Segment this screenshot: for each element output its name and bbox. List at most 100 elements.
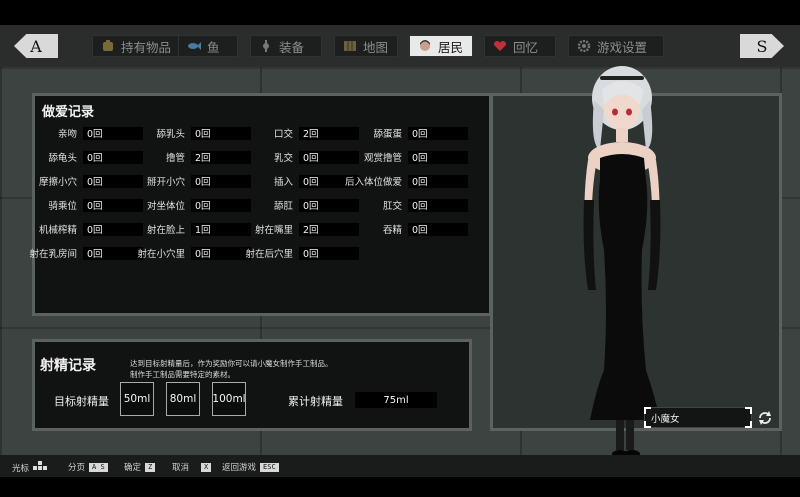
- hint-label: 分页: [68, 463, 86, 473]
- hint-label: 取消: [172, 463, 190, 473]
- frame-corner: [644, 421, 651, 428]
- next-page-button[interactable]: S: [740, 34, 784, 58]
- character-name: 小魔女: [651, 413, 680, 425]
- accumulated-label: 累计射精量: [288, 395, 343, 408]
- goal-label: 目标射精量: [54, 395, 109, 408]
- stat-entry: 舔龟头 0回: [33, 150, 143, 164]
- stat-label: 撸管: [165, 153, 185, 164]
- stat-entry: 后入体位做爱 0回: [345, 174, 468, 188]
- stat-label: 掰开小穴: [146, 177, 185, 188]
- hint-cancel: 取消 X: [172, 461, 212, 473]
- stat-value: 0回: [191, 246, 251, 260]
- hint-label: 返回游戏: [222, 463, 257, 473]
- hint-cursor: 光标: [12, 461, 48, 474]
- tab-label: 居民: [438, 39, 464, 55]
- ejaculation-title: 射精记录: [40, 358, 96, 374]
- tab-label: 鱼: [207, 39, 220, 55]
- stat-entry: 射在脸上 1回: [141, 222, 251, 236]
- stat-label: 射在嘴里: [254, 225, 293, 236]
- hint-label: 确定: [124, 463, 142, 473]
- stat-value: 0回: [191, 198, 251, 212]
- tab-items[interactable]: 持有物品: [92, 35, 181, 57]
- stat-value: 0回: [408, 150, 468, 164]
- accumulated-value: 75ml: [355, 392, 437, 408]
- stat-entry: 骑乘位 0回: [33, 198, 143, 212]
- hint-key: X: [201, 462, 212, 472]
- stat-label: 机械榨精: [38, 225, 77, 236]
- stat-label: 观赏撸管: [363, 153, 402, 164]
- backpack-icon: [101, 40, 115, 52]
- stat-entry: 射在小穴里 0回: [137, 246, 251, 260]
- stat-label: 口交: [273, 129, 293, 140]
- stat-value: 2回: [191, 150, 251, 164]
- stat-label: 乳交: [273, 153, 293, 164]
- hint-label: 光标: [12, 463, 30, 474]
- stat-entry: 口交 2回: [249, 126, 359, 140]
- frame-corner: [745, 421, 752, 428]
- tab-map[interactable]: 地图: [334, 35, 398, 57]
- stat-entry: 插入 0回: [249, 174, 359, 188]
- stat-label: 插入: [273, 177, 293, 188]
- stat-entry: 射在乳房间 0回: [29, 246, 143, 260]
- stat-value: 2回: [299, 222, 359, 236]
- stat-label: 舔肛: [273, 201, 293, 212]
- stat-value: 0回: [83, 246, 143, 260]
- stat-entry: 吞精 0回: [358, 222, 468, 236]
- stat-value: 0回: [83, 222, 143, 236]
- stat-label: 摩擦小穴: [38, 177, 77, 188]
- stat-label: 射在脸上: [146, 225, 185, 236]
- goal-100ml-button[interactable]: 100ml: [212, 382, 246, 416]
- tab-label: 地图: [363, 39, 389, 55]
- goal-50ml-button[interactable]: 50ml: [120, 382, 154, 416]
- stat-value: 0回: [408, 174, 468, 188]
- stat-label: 对坐体位: [146, 201, 185, 212]
- stat-value: 0回: [191, 174, 251, 188]
- tab-fish[interactable]: 鱼: [178, 35, 238, 57]
- tab-memories[interactable]: 回忆: [484, 35, 556, 57]
- stat-value: 0回: [83, 198, 143, 212]
- stat-label: 射在后穴里: [245, 249, 293, 260]
- refresh-icon[interactable]: [756, 409, 774, 427]
- stat-entry: 机械榨精 0回: [33, 222, 143, 236]
- stat-label: 骑乘位: [48, 201, 77, 212]
- stat-entry: 肛交 0回: [358, 198, 468, 212]
- hint-confirm: 确定 Z: [124, 461, 156, 473]
- hint-key: A S: [89, 462, 108, 472]
- stat-label: 后入体位做爱: [344, 177, 402, 188]
- hint-return: 返回游戏 ESC: [222, 461, 279, 473]
- stat-label: 舔蛋蛋: [373, 129, 402, 140]
- stat-value: 0回: [83, 174, 143, 188]
- tab-label: 回忆: [513, 39, 539, 55]
- tab-equipment[interactable]: 装备: [250, 35, 322, 57]
- stat-value: 0回: [408, 126, 468, 140]
- records-title: 做爱记录: [42, 105, 95, 120]
- ejaculation-description: 达到目标射精量后，作为奖励你可以请小魔女制作手工制品。 制作手工制品需要特定的素…: [130, 358, 333, 380]
- stat-value: 0回: [83, 126, 143, 140]
- stat-value: 0回: [83, 150, 143, 164]
- goal-80ml-button[interactable]: 80ml: [166, 382, 200, 416]
- stat-entry: 掰开小穴 0回: [141, 174, 251, 188]
- stat-entry: 舔肛 0回: [249, 198, 359, 212]
- equipment-icon: [259, 40, 273, 52]
- tab-label: 装备: [279, 39, 305, 55]
- description-line: 达到目标射精量后，作为奖励你可以请小魔女制作手工制品。: [130, 359, 333, 368]
- frame-corner: [644, 407, 651, 414]
- dpad-icon: [33, 461, 48, 474]
- prev-page-button[interactable]: A: [14, 34, 58, 58]
- stat-entry: 撸管 2回: [141, 150, 251, 164]
- stat-value: 0回: [299, 198, 359, 212]
- stat-label: 亲吻: [57, 129, 77, 140]
- hint-key: ESC: [260, 462, 279, 472]
- stat-entry: 亲吻 0回: [33, 126, 143, 140]
- stat-entry: 对坐体位 0回: [141, 198, 251, 212]
- stat-entry: 乳交 0回: [249, 150, 359, 164]
- character-name-box[interactable]: 小魔女: [644, 407, 752, 428]
- tab-residents[interactable]: 居民: [409, 35, 473, 57]
- stat-value: 0回: [408, 198, 468, 212]
- hint-key: Z: [145, 462, 156, 472]
- hint-page: 分页 A S: [68, 461, 108, 473]
- stat-label: 舔龟头: [48, 153, 77, 164]
- stat-entry: 射在嘴里 2回: [249, 222, 359, 236]
- stat-label: 肛交: [382, 201, 402, 212]
- ejaculation-panel: [32, 339, 472, 431]
